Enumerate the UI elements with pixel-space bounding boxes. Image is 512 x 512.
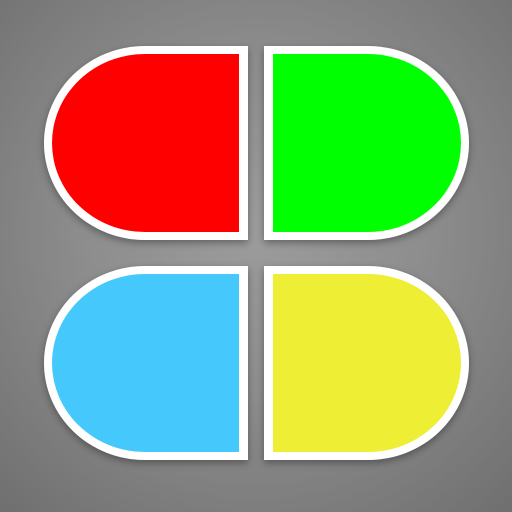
petal-bottom-right-fill	[273, 274, 461, 452]
clover-icon	[44, 46, 469, 460]
petal-bottom-left-fill	[52, 274, 239, 452]
petal-top-right-fill	[273, 54, 461, 232]
petal-top-left-fill	[52, 54, 239, 232]
app-icon	[0, 0, 512, 512]
